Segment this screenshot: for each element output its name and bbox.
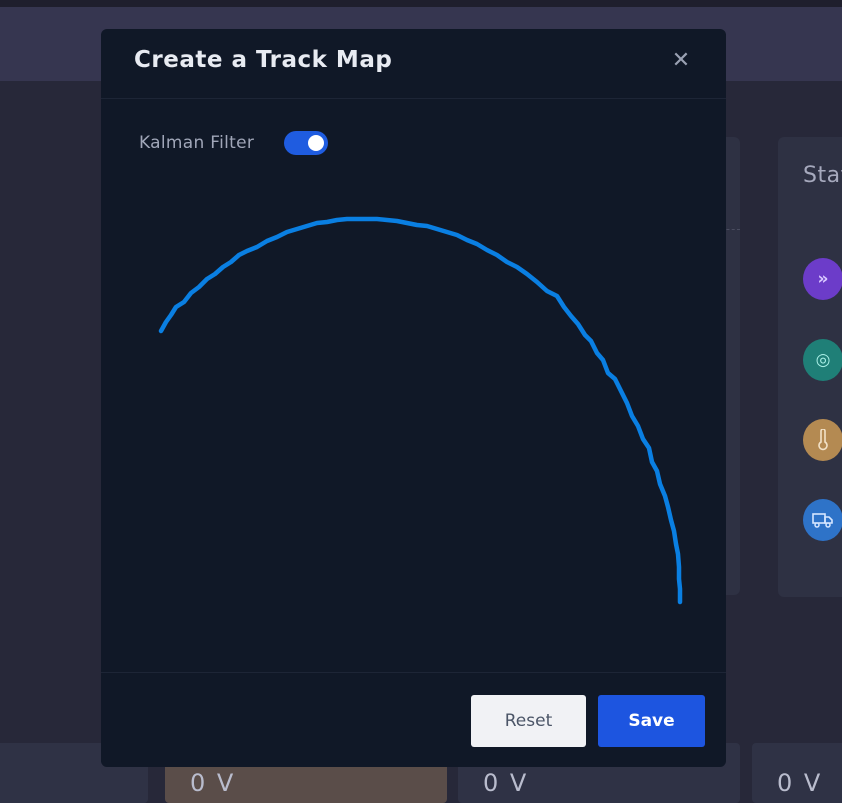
voltage-value: 0 V [777, 769, 823, 797]
close-icon[interactable]: ✕ [669, 49, 693, 73]
modal-footer: Reset Save [101, 672, 726, 768]
reset-button[interactable]: Reset [471, 695, 586, 747]
track-map-modal: Create a Track Map ✕ Kalman Filter Reset… [101, 29, 726, 767]
kalman-filter-label: Kalman Filter [139, 133, 255, 153]
top-bar [0, 0, 842, 7]
truck-icon [803, 499, 842, 541]
save-button[interactable]: Save [598, 695, 705, 747]
track-path [158, 216, 683, 605]
toggle-knob [308, 135, 324, 151]
thermometer-icon [803, 419, 842, 461]
stats-card-title: Stat [803, 163, 842, 188]
target-icon: ◎ [803, 339, 842, 381]
modal-header: Create a Track Map ✕ [101, 29, 726, 99]
voltage-card: 0 V [752, 743, 842, 803]
double-chevron-icon: » [803, 258, 842, 300]
voltage-value: 0 V [190, 769, 236, 797]
voltage-value: 0 V [483, 769, 529, 797]
kalman-filter-toggle[interactable] [284, 131, 328, 155]
modal-title: Create a Track Map [134, 47, 393, 73]
